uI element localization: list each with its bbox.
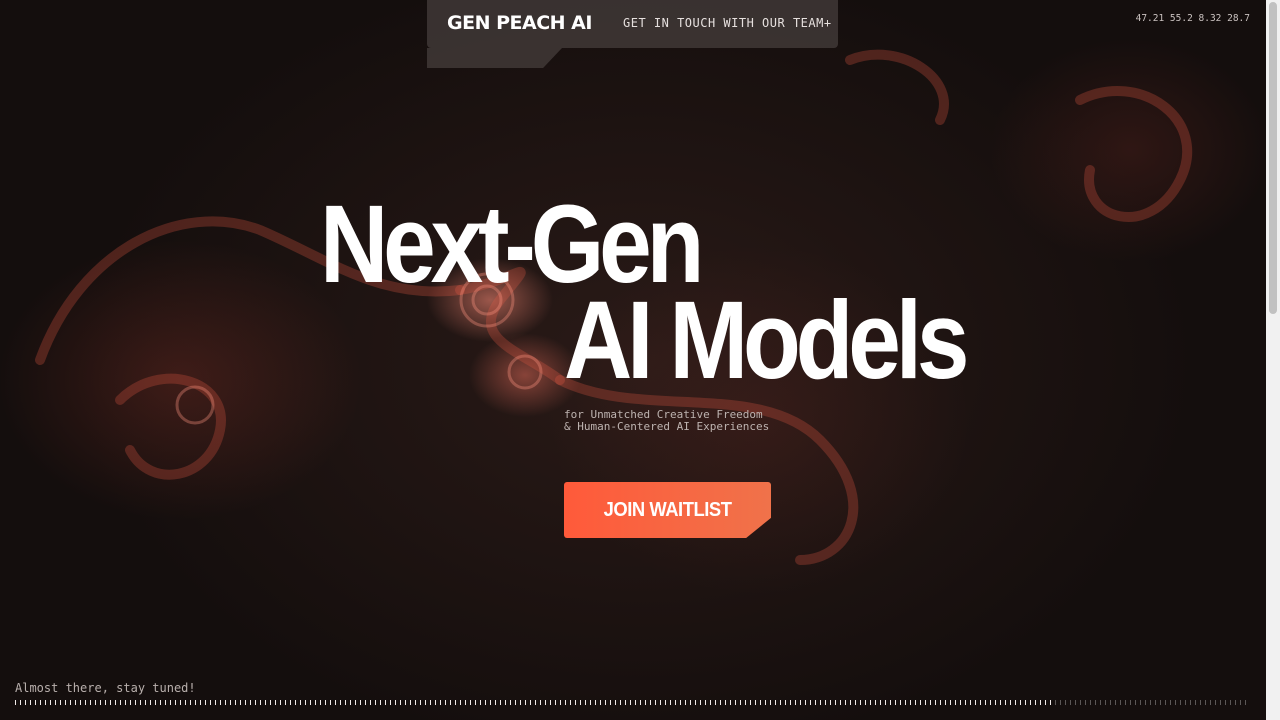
hero-subtitle: for Unmatched Creative Freedom & Human-C… xyxy=(564,409,769,433)
top-nav: GEN PEACH AI GET IN TOUCH WITH OUR TEAM+ xyxy=(427,0,838,48)
page-scrollbar[interactable] xyxy=(1266,0,1280,720)
brand-logo[interactable]: GEN PEACH AI xyxy=(447,12,592,34)
contact-team-link[interactable]: GET IN TOUCH WITH OUR TEAM+ xyxy=(623,16,832,30)
scrollbar-thumb[interactable] xyxy=(1269,2,1277,314)
status-message: Almost there, stay tuned! xyxy=(15,681,196,695)
loading-progress-fill xyxy=(15,700,1053,705)
join-waitlist-label: JOIN WAITLIST xyxy=(603,498,732,521)
nav-tab-notch xyxy=(427,48,562,68)
join-waitlist-button[interactable]: JOIN WAITLIST xyxy=(564,482,771,538)
loading-progress-bar xyxy=(15,700,1250,705)
coordinate-readout: 47.21 55.2 8.32 28.7 xyxy=(1135,13,1250,24)
headline-line-2: AI Models xyxy=(564,279,969,402)
subtitle-line-2: & Human-Centered AI Experiences xyxy=(564,420,770,433)
